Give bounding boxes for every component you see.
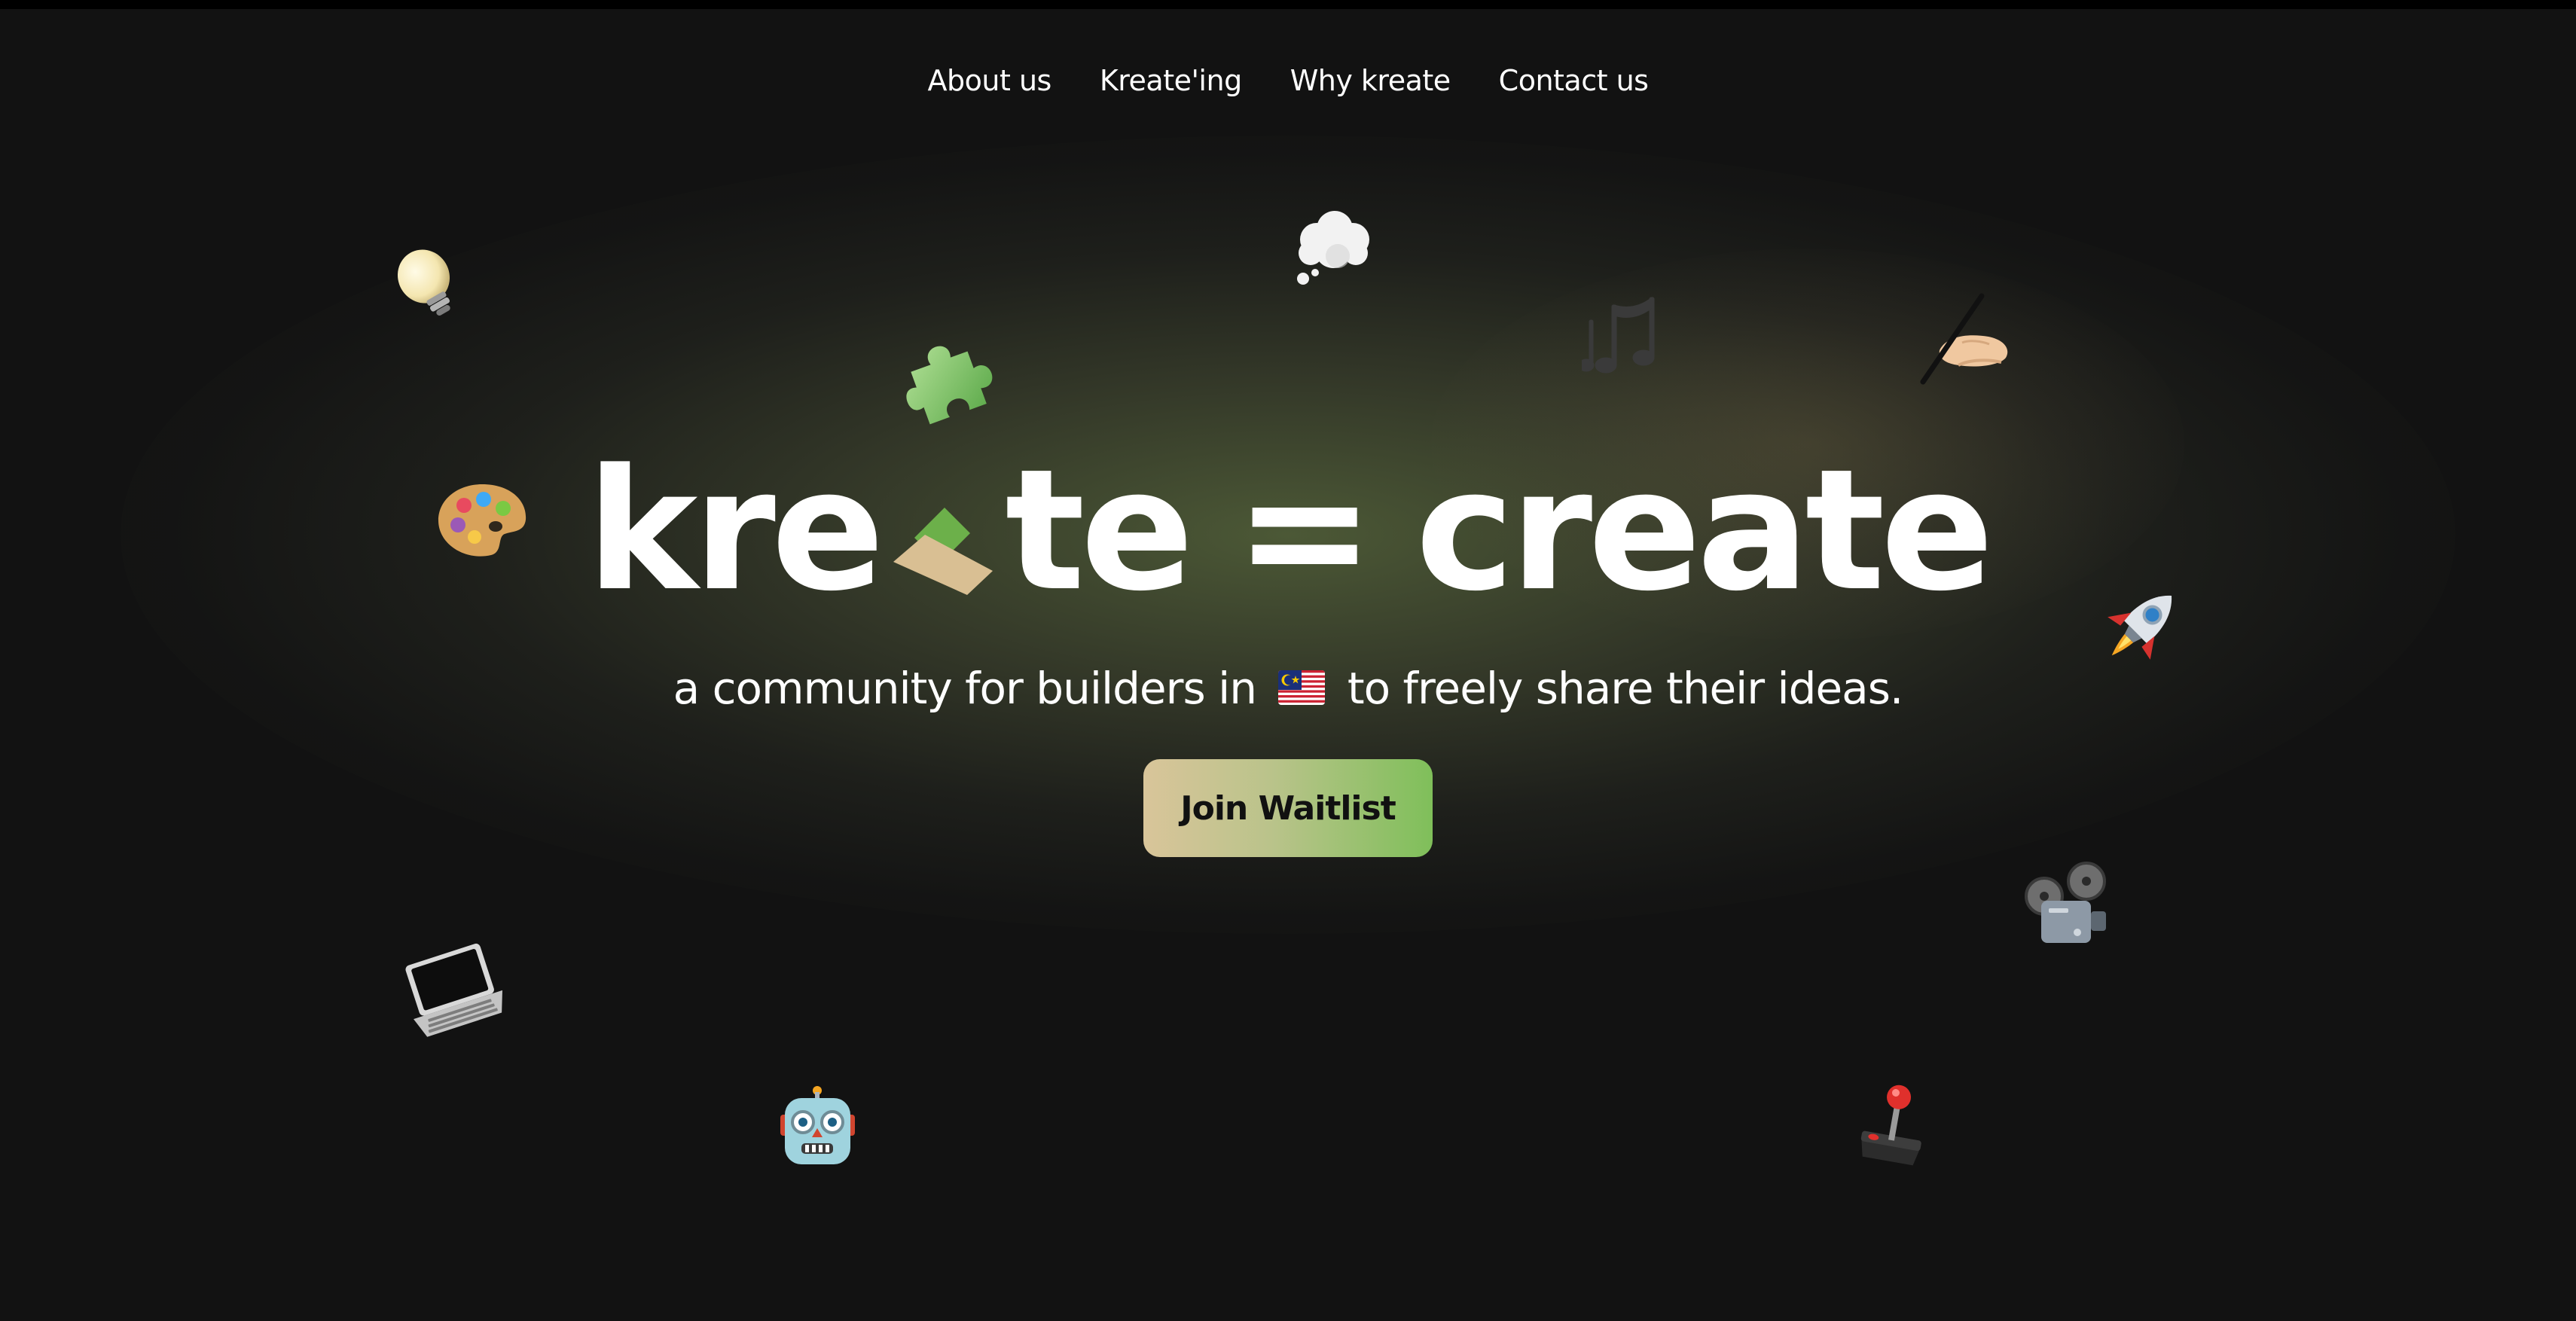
nav-contact-us[interactable]: Contact us — [1499, 64, 1649, 97]
landing-page: About us Kreate'ing Why kreate Contact u… — [0, 0, 2576, 1321]
hero-title-kre: kre — [586, 434, 885, 628]
nav-kreateing[interactable]: Kreate'ing — [1100, 64, 1242, 97]
subtitle-after-flag: to freely share their ideas. — [1347, 663, 1903, 714]
music-notes-icon — [1582, 296, 1655, 374]
lightbulb-icon — [397, 249, 450, 316]
puzzle-piece-icon — [906, 346, 993, 425]
hero-subtitle: a community for builders in to freely sh… — [0, 663, 2576, 714]
malaysia-flag-icon — [1278, 670, 1326, 705]
nav-why-kreate[interactable]: Why kreate — [1290, 64, 1451, 97]
subtitle-before-flag: a community for builders in — [673, 663, 1257, 714]
film-projector-icon — [2025, 862, 2106, 943]
top-edge-bar — [0, 0, 2576, 9]
laptop-icon — [405, 943, 502, 1037]
hero-title-te: te — [1005, 434, 1194, 628]
writing-hand-icon — [1920, 293, 2008, 385]
hero-title-equals: = — [1235, 434, 1375, 628]
joystick-icon — [1860, 1085, 1921, 1166]
nav-about-us[interactable]: About us — [928, 64, 1052, 97]
kreate-logo-mark-icon — [893, 508, 993, 595]
robot-icon — [780, 1086, 855, 1164]
hero-title-create: create — [1415, 434, 1994, 628]
top-nav: About us Kreate'ing Why kreate Contact u… — [0, 54, 2576, 107]
thought-bubble-icon — [1297, 211, 1369, 285]
join-waitlist-button[interactable]: Join Waitlist — [1143, 759, 1433, 857]
hero-title: kre te = create — [0, 434, 2576, 628]
